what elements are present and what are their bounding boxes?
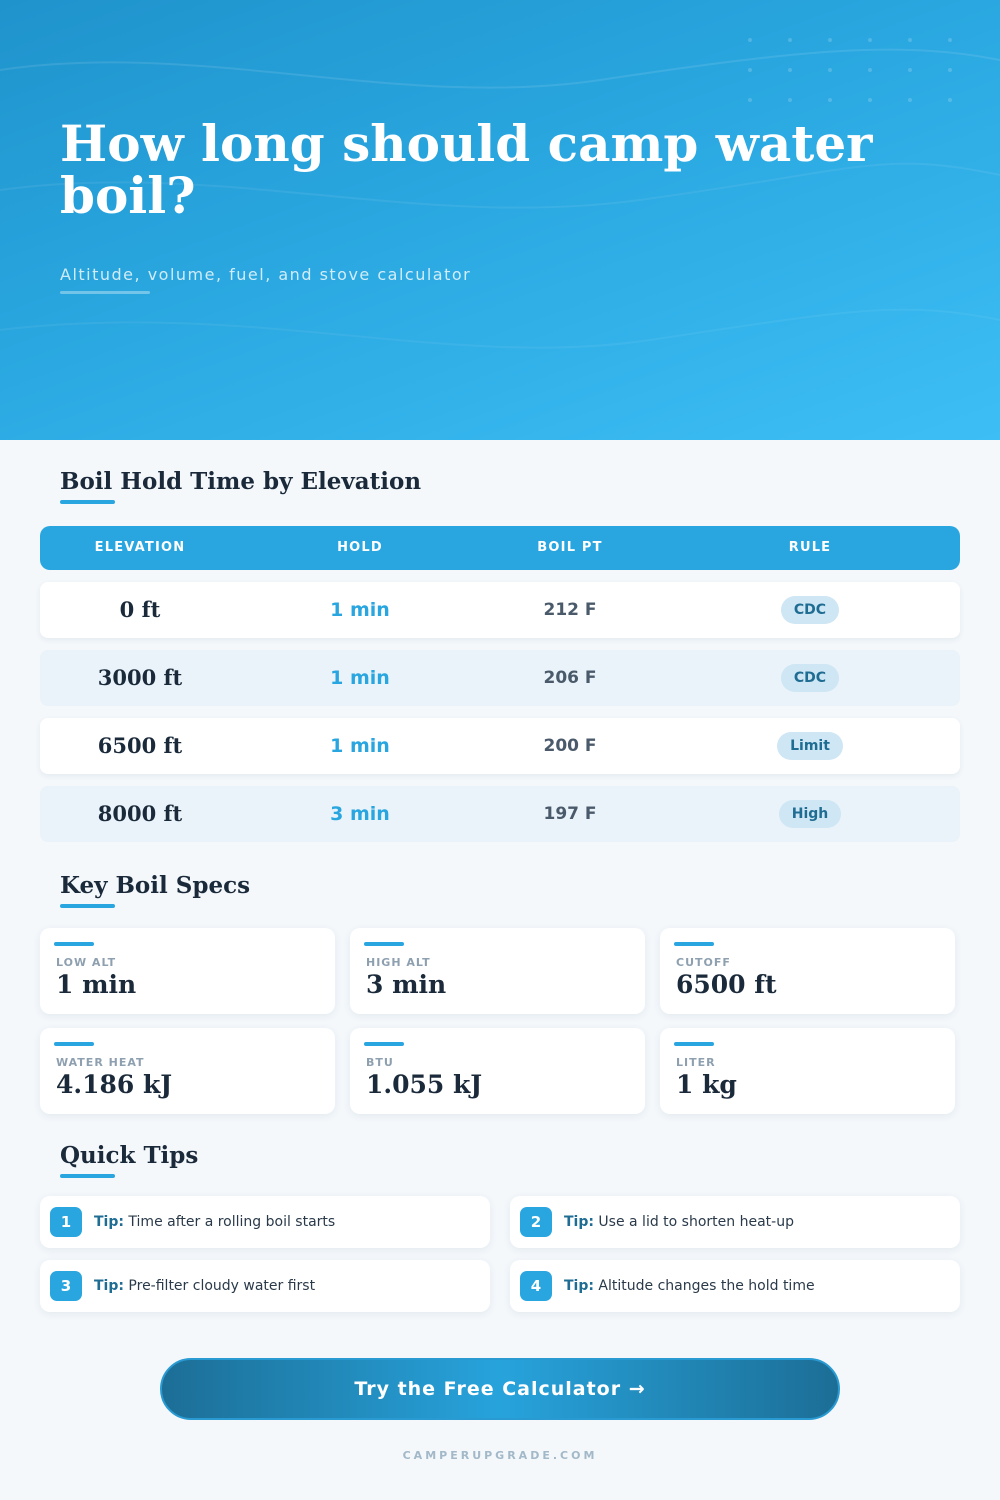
cell-boil-pt: 197 F xyxy=(543,804,597,824)
tip-text: Tip: Use a lid to shorten heat-up xyxy=(564,1196,794,1248)
tip-body: Use a lid to shorten heat-up xyxy=(598,1214,794,1230)
tip-text: Tip: Pre-filter cloudy water first xyxy=(94,1260,315,1312)
tip-body: Time after a rolling boil starts xyxy=(128,1214,336,1230)
cell-hold: 1 min xyxy=(330,599,390,621)
tips-section-title: Quick Tips xyxy=(60,1142,199,1169)
spec-accent-bar xyxy=(54,942,94,946)
cell-elevation: 0 ft xyxy=(119,597,161,622)
cell-elevation: 3000 ft xyxy=(97,665,183,690)
rule-badge: Limit xyxy=(777,732,843,760)
tip-card: 2 Tip: Use a lid to shorten heat-up xyxy=(510,1196,960,1248)
spec-label: BTU xyxy=(366,1056,394,1069)
footer-site-name: CAMPERUPGRADE.COM xyxy=(402,1449,598,1462)
spec-label: LITER xyxy=(676,1056,716,1069)
spec-card-low-alt: LOW ALT 1 min xyxy=(40,928,335,1014)
cell-hold: 1 min xyxy=(330,735,390,757)
header-rule: RULE xyxy=(788,540,832,555)
tip-number-badge: 3 xyxy=(50,1271,82,1301)
subtitle-underline xyxy=(60,291,150,294)
spec-label: CUTOFF xyxy=(676,956,731,969)
tip-number-badge: 2 xyxy=(520,1207,552,1237)
tip-card: 4 Tip: Altitude changes the hold time xyxy=(510,1260,960,1312)
spec-value: 3 min xyxy=(366,970,447,999)
table-row: 0 ft 1 min 212 F CDC xyxy=(40,582,960,638)
hero-banner: How long should camp water boil? Altitud… xyxy=(0,0,1000,440)
table-section-underline xyxy=(60,500,115,504)
spec-card-high-alt: HIGH ALT 3 min xyxy=(350,928,645,1014)
tip-number-badge: 1 xyxy=(50,1207,82,1237)
header-hold: HOLD xyxy=(337,540,383,555)
spec-accent-bar xyxy=(674,942,714,946)
tip-card: 1 Tip: Time after a rolling boil starts xyxy=(40,1196,490,1248)
tip-prefix: Tip: xyxy=(94,1214,124,1230)
spec-card-cutoff: CUTOFF 6500 ft xyxy=(660,928,955,1014)
header-elevation: ELEVATION xyxy=(94,540,186,555)
spec-label: WATER HEAT xyxy=(56,1056,145,1069)
cell-boil-pt: 212 F xyxy=(543,600,597,620)
spec-label: LOW ALT xyxy=(56,956,117,969)
cell-boil-pt: 206 F xyxy=(543,668,597,688)
cell-elevation: 8000 ft xyxy=(97,801,183,826)
tips-section-underline xyxy=(60,1174,115,1178)
cell-rule: High xyxy=(660,786,960,842)
rule-badge: CDC xyxy=(780,596,840,624)
table-section-title: Boil Hold Time by Elevation xyxy=(60,468,422,495)
header-boil-pt: BOIL PT xyxy=(537,540,603,555)
try-calculator-button[interactable]: Try the Free Calculator → xyxy=(160,1358,840,1420)
table-row: 6500 ft 1 min 200 F Limit xyxy=(40,718,960,774)
page-subtitle: Altitude, volume, fuel, and stove calcul… xyxy=(60,265,472,284)
cell-hold: 1 min xyxy=(330,667,390,689)
spec-accent-bar xyxy=(674,1042,714,1046)
page-title: How long should camp water boil? xyxy=(60,114,873,225)
rule-badge: High xyxy=(778,800,842,828)
tip-prefix: Tip: xyxy=(564,1214,594,1230)
cell-rule: CDC xyxy=(660,650,960,706)
spec-label: HIGH ALT xyxy=(366,956,431,969)
cell-rule: Limit xyxy=(660,718,960,774)
specs-section-underline xyxy=(60,904,115,908)
tip-text: Tip: Time after a rolling boil starts xyxy=(94,1196,335,1248)
spec-card-water-heat: WATER HEAT 4.186 kJ xyxy=(40,1028,335,1114)
spec-value: 1 kg xyxy=(676,1070,737,1099)
table-row: 3000 ft 1 min 206 F CDC xyxy=(40,650,960,706)
table-header: ELEVATION HOLD BOIL PT RULE xyxy=(40,526,960,570)
tip-prefix: Tip: xyxy=(94,1278,124,1294)
tip-body: Altitude changes the hold time xyxy=(598,1278,815,1294)
spec-accent-bar xyxy=(364,942,404,946)
spec-card-btu: BTU 1.055 kJ xyxy=(350,1028,645,1114)
specs-section-title: Key Boil Specs xyxy=(60,872,251,899)
spec-card-liter: LITER 1 kg xyxy=(660,1028,955,1114)
spec-value: 1 min xyxy=(56,970,137,999)
tip-body: Pre-filter cloudy water first xyxy=(128,1278,316,1294)
spec-value: 4.186 kJ xyxy=(56,1070,173,1099)
tip-number-badge: 4 xyxy=(520,1271,552,1301)
table-row: 8000 ft 3 min 197 F High xyxy=(40,786,960,842)
spec-value: 6500 ft xyxy=(676,970,777,999)
spec-accent-bar xyxy=(364,1042,404,1046)
cell-elevation: 6500 ft xyxy=(97,733,183,758)
tip-text: Tip: Altitude changes the hold time xyxy=(564,1260,815,1312)
spec-accent-bar xyxy=(54,1042,94,1046)
rule-badge: CDC xyxy=(780,664,840,692)
tip-prefix: Tip: xyxy=(564,1278,594,1294)
cell-rule: CDC xyxy=(660,582,960,638)
tip-card: 3 Tip: Pre-filter cloudy water first xyxy=(40,1260,490,1312)
spec-value: 1.055 kJ xyxy=(366,1070,483,1099)
cell-hold: 3 min xyxy=(330,803,390,825)
cell-boil-pt: 200 F xyxy=(543,736,597,756)
